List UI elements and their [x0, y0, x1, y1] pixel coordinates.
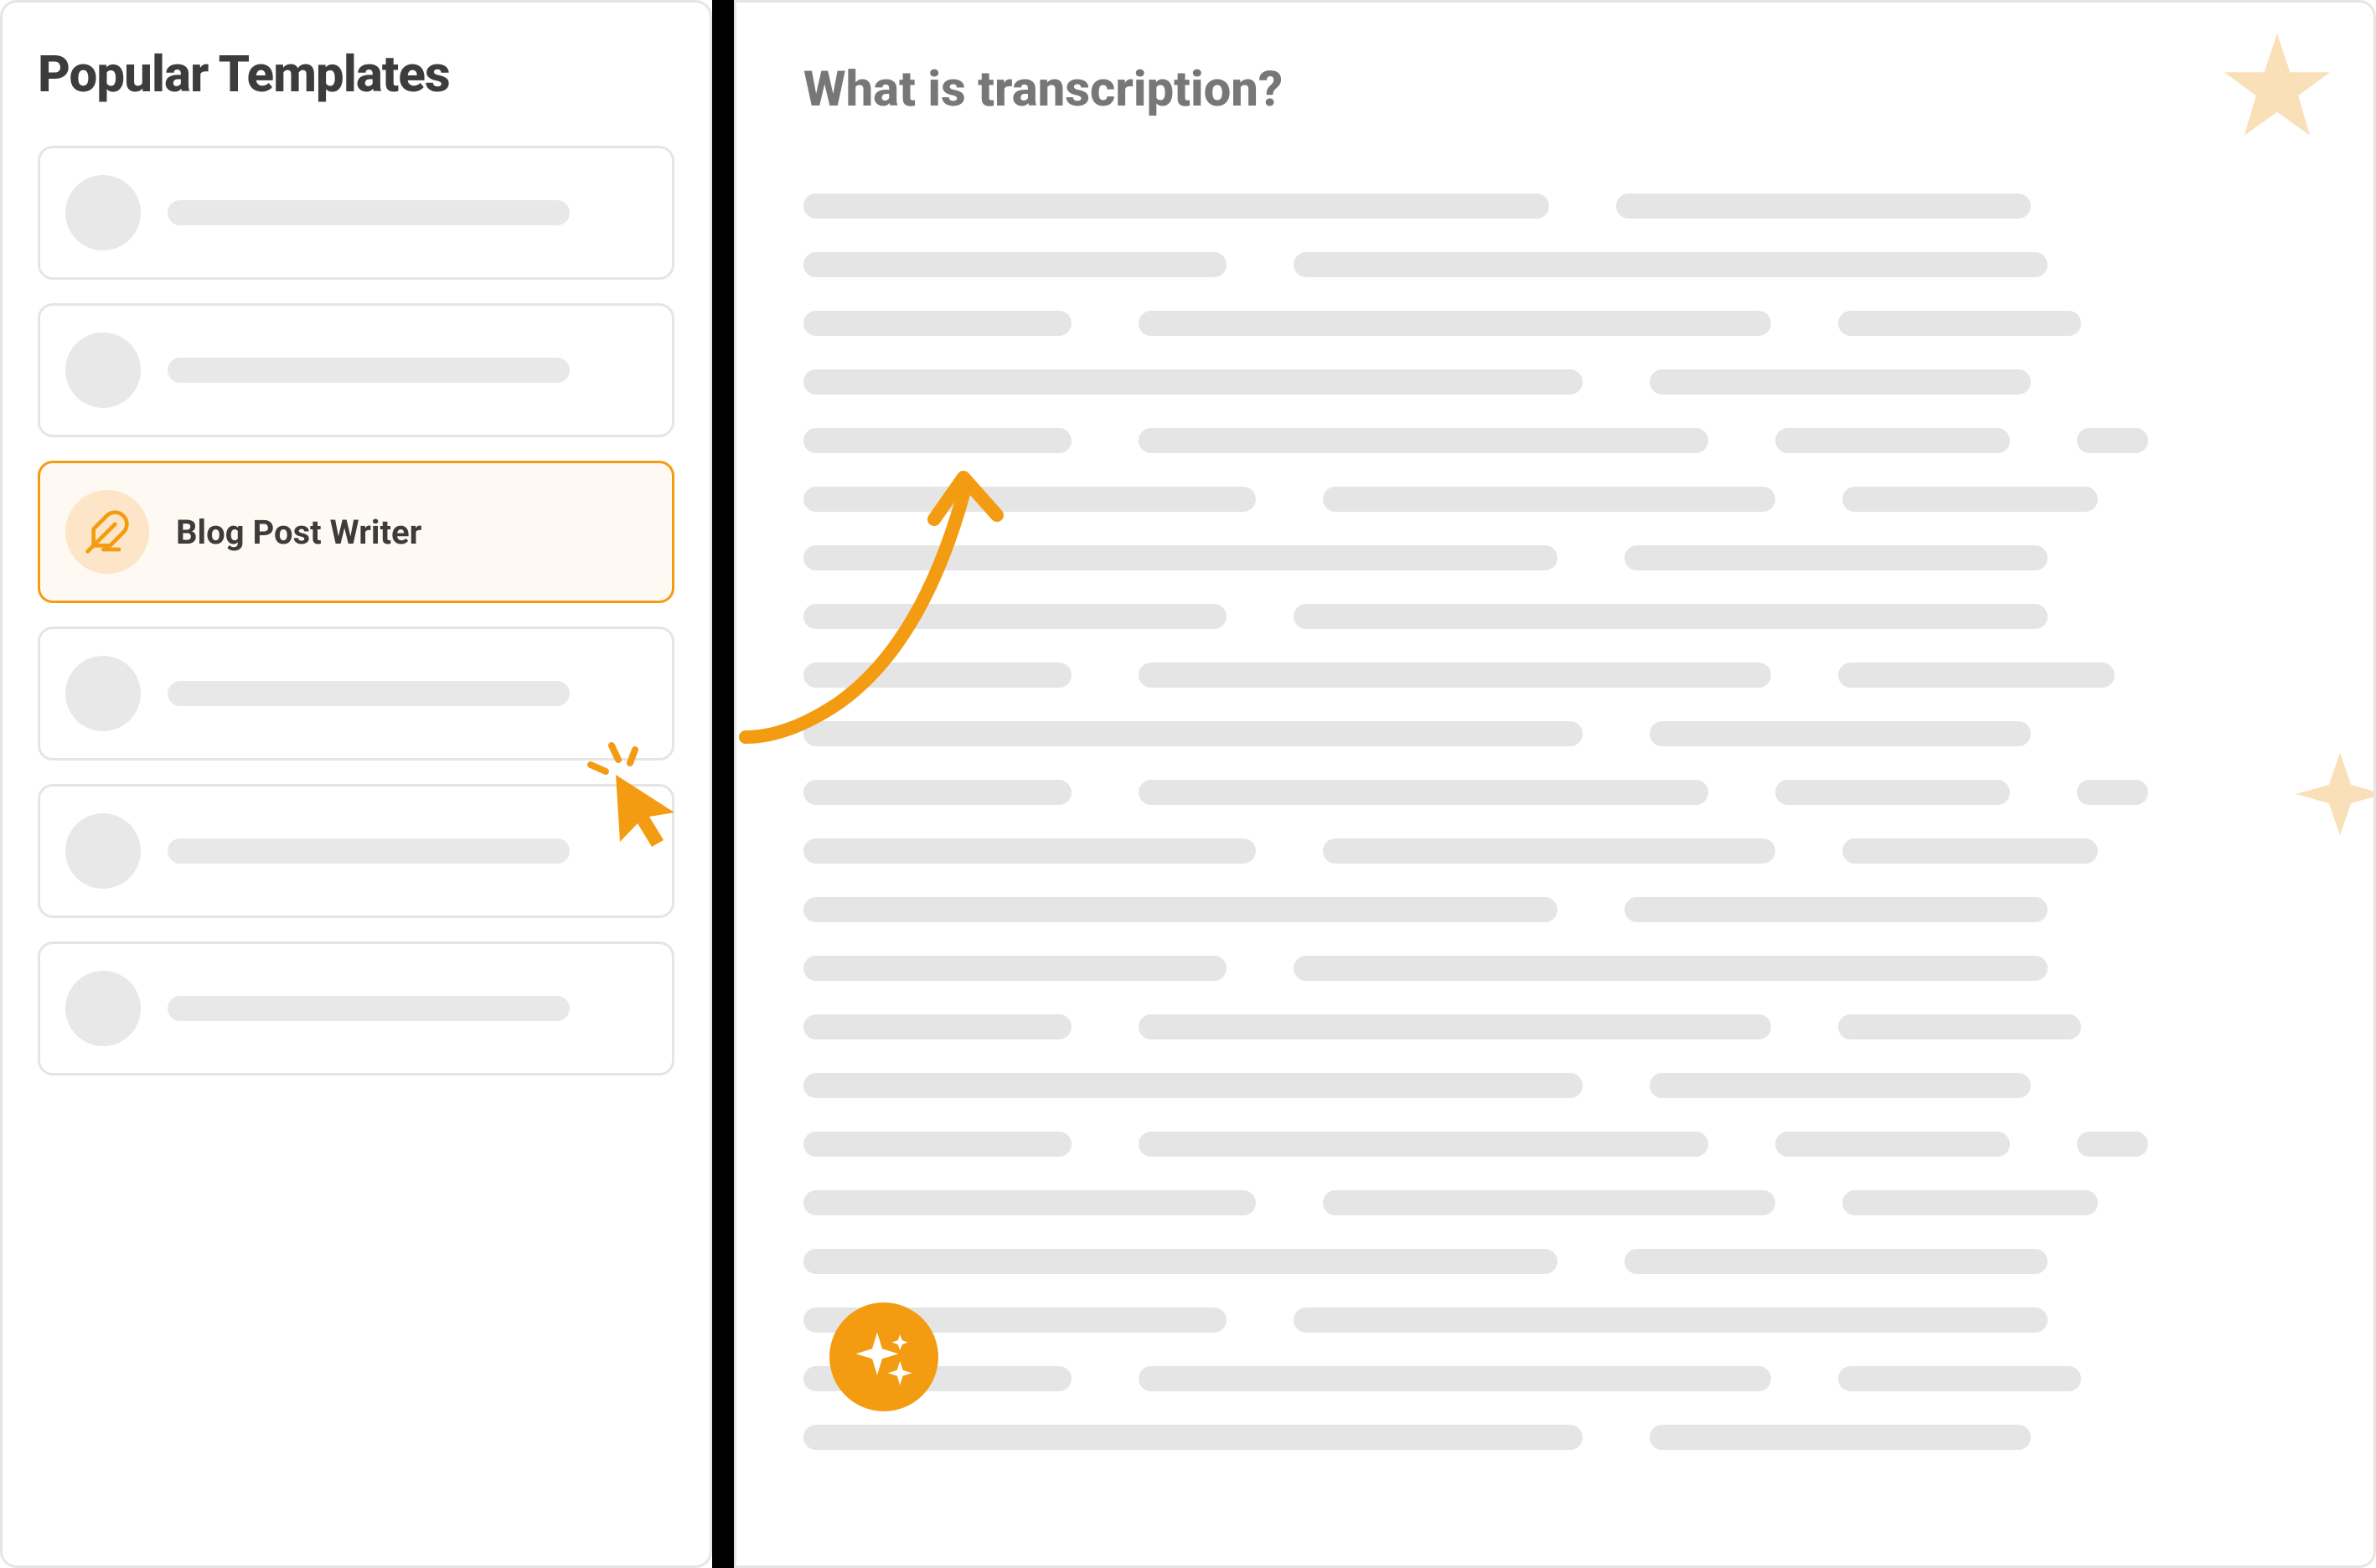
text-segment-placeholder: [803, 311, 1072, 336]
template-item-blog-post-writer[interactable]: Blog Post Writer: [38, 461, 674, 603]
text-segment-placeholder: [1139, 1366, 1771, 1391]
text-row: [803, 838, 2323, 864]
template-label-placeholder: [168, 996, 570, 1021]
text-segment-placeholder: [1842, 838, 2098, 864]
template-item[interactable]: [38, 941, 674, 1075]
sparkle-star-icon: [2218, 28, 2336, 148]
text-segment-placeholder: [1616, 193, 2031, 219]
text-segment-placeholder: [1838, 663, 2115, 688]
text-segment-placeholder: [803, 1014, 1072, 1039]
text-segment-placeholder: [1775, 1132, 2010, 1157]
text-segment-placeholder: [803, 1190, 1256, 1215]
text-segment-placeholder: [1294, 1308, 2048, 1333]
text-row: [803, 1425, 2323, 1450]
text-row: [803, 1132, 2323, 1157]
text-segment-placeholder: [1139, 428, 1708, 453]
content-text-placeholder: [803, 193, 2323, 1450]
vertical-divider: [712, 0, 734, 1568]
text-segment-placeholder: [803, 1425, 1583, 1450]
text-segment-placeholder: [1294, 604, 2048, 629]
text-segment-placeholder: [1323, 1190, 1775, 1215]
content-panel: What is transcription?: [734, 0, 2376, 1568]
text-row: [803, 1073, 2323, 1098]
text-segment-placeholder: [1139, 1014, 1771, 1039]
text-segment-placeholder: [803, 193, 1549, 219]
text-segment-placeholder: [803, 780, 1072, 805]
text-segment-placeholder: [1650, 1425, 2031, 1450]
text-segment-placeholder: [803, 369, 1583, 395]
text-segment-placeholder: [803, 252, 1227, 277]
text-row: [803, 193, 2323, 219]
text-segment-placeholder: [1139, 780, 1708, 805]
text-row: [803, 1190, 2323, 1215]
text-segment-placeholder: [803, 897, 1557, 922]
template-icon-placeholder: [65, 971, 141, 1046]
curved-arrow-icon: [737, 452, 1039, 774]
text-segment-placeholder: [1775, 428, 2010, 453]
text-row: [803, 1014, 2323, 1039]
template-label: Blog Post Writer: [176, 513, 421, 552]
text-segment-placeholder: [1838, 1014, 2081, 1039]
template-icon-placeholder: [65, 175, 141, 250]
text-segment-placeholder: [1838, 311, 2081, 336]
template-label-placeholder: [168, 838, 570, 864]
text-segment-placeholder: [1650, 369, 2031, 395]
text-segment-placeholder: [1838, 1366, 2081, 1391]
template-item[interactable]: [38, 146, 674, 280]
text-row: [803, 780, 2323, 805]
text-segment-placeholder: [1323, 838, 1775, 864]
text-segment-placeholder: [1650, 1073, 2031, 1098]
text-segment-placeholder: [1139, 1132, 1708, 1157]
text-segment-placeholder: [803, 1249, 1557, 1274]
app-container: Popular Templates Blog Post Writer: [0, 0, 2376, 1568]
template-item[interactable]: [38, 303, 674, 437]
template-label-placeholder: [168, 681, 570, 706]
text-segment-placeholder: [803, 838, 1256, 864]
text-segment-placeholder: [2077, 780, 2148, 805]
sparkle-star-icon: [2294, 748, 2376, 843]
text-row: [803, 956, 2323, 981]
text-segment-placeholder: [2077, 1132, 2148, 1157]
text-row: [803, 897, 2323, 922]
text-row: [803, 252, 2323, 277]
click-cursor-icon: [578, 733, 687, 854]
text-row: [803, 1366, 2323, 1391]
text-row: [803, 1308, 2323, 1333]
text-segment-placeholder: [1294, 252, 2048, 277]
ai-sparkle-badge-icon: [829, 1302, 938, 1411]
template-icon-placeholder: [65, 656, 141, 731]
text-segment-placeholder: [1139, 663, 1771, 688]
text-segment-placeholder: [1842, 487, 2098, 512]
template-label-placeholder: [168, 200, 570, 225]
text-segment-placeholder: [1323, 487, 1775, 512]
text-segment-placeholder: [1624, 545, 2048, 570]
text-segment-placeholder: [803, 956, 1227, 981]
content-title: What is transcription?: [803, 61, 2323, 118]
text-row: [803, 428, 2323, 453]
text-row: [803, 369, 2323, 395]
text-row: [803, 1249, 2323, 1274]
text-segment-placeholder: [803, 1073, 1583, 1098]
text-segment-placeholder: [803, 1132, 1072, 1157]
text-row: [803, 311, 2323, 336]
text-segment-placeholder: [2077, 428, 2148, 453]
template-label-placeholder: [168, 358, 570, 383]
text-segment-placeholder: [1624, 897, 2048, 922]
text-segment-placeholder: [1650, 721, 2031, 746]
template-icon-placeholder: [65, 813, 141, 889]
feather-icon: [65, 490, 149, 574]
template-icon-placeholder: [65, 333, 141, 408]
text-segment-placeholder: [1624, 1249, 2048, 1274]
text-segment-placeholder: [803, 428, 1072, 453]
text-segment-placeholder: [1775, 780, 2010, 805]
text-segment-placeholder: [1294, 956, 2048, 981]
text-segment-placeholder: [1139, 311, 1771, 336]
text-segment-placeholder: [1842, 1190, 2098, 1215]
sidebar-title: Popular Templates: [38, 44, 674, 104]
